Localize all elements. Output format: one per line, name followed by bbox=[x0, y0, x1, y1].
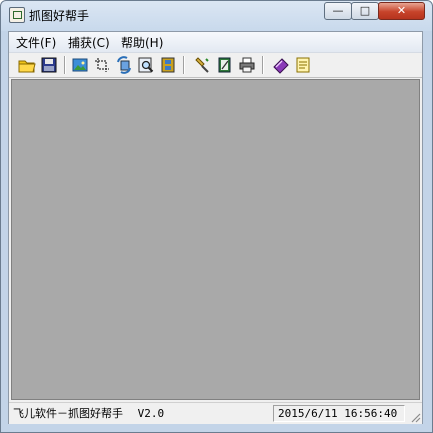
printer-icon[interactable] bbox=[238, 56, 256, 74]
maximize-button[interactable]: □ bbox=[351, 2, 379, 20]
menu-capture[interactable]: 捕获(C) bbox=[68, 34, 110, 51]
toolbar-separator bbox=[262, 56, 264, 74]
app-icon[interactable] bbox=[9, 7, 25, 23]
save-disk-icon[interactable] bbox=[40, 56, 58, 74]
zoom-icon[interactable] bbox=[137, 56, 155, 74]
capture-canvas[interactable] bbox=[11, 79, 420, 400]
refresh-capture-icon[interactable] bbox=[115, 56, 133, 74]
app-window: 抓图好帮手 — □ ✕ 文件(F) 捕获(C) 帮助(H) 飞儿软件－抓图好帮手… bbox=[0, 0, 433, 433]
menu-file[interactable]: 文件(F) bbox=[16, 34, 56, 51]
toolbar-separator bbox=[183, 56, 185, 74]
window-title: 抓图好帮手 bbox=[29, 9, 90, 23]
help-book-icon[interactable] bbox=[272, 56, 290, 74]
minimize-button[interactable]: — bbox=[324, 2, 352, 20]
client-area: 文件(F) 捕获(C) 帮助(H) 飞儿软件－抓图好帮手 V2.0 2015/6… bbox=[8, 31, 423, 424]
menu-bar: 文件(F) 捕获(C) 帮助(H) bbox=[9, 32, 422, 53]
status-datetime: 2015/6/11 16:56:40 bbox=[273, 405, 405, 422]
image-icon[interactable] bbox=[71, 56, 89, 74]
status-version: V2.0 bbox=[137, 407, 165, 420]
title-bar[interactable]: 抓图好帮手 — □ ✕ bbox=[1, 1, 432, 29]
crop-icon[interactable] bbox=[93, 56, 111, 74]
toolbar-separator bbox=[64, 56, 66, 74]
book-edit-icon[interactable] bbox=[216, 56, 234, 74]
resize-grip-icon[interactable] bbox=[409, 411, 421, 423]
paint-brush-icon[interactable] bbox=[194, 56, 212, 74]
open-folder-icon[interactable] bbox=[18, 56, 36, 74]
close-button[interactable]: ✕ bbox=[378, 2, 425, 20]
toolbar bbox=[9, 53, 422, 78]
status-app-name: 飞儿软件－抓图好帮手 bbox=[13, 407, 123, 420]
notes-icon[interactable] bbox=[294, 56, 312, 74]
menu-help[interactable]: 帮助(H) bbox=[121, 34, 163, 51]
status-app-info: 飞儿软件－抓图好帮手 V2.0 bbox=[13, 405, 273, 422]
film-icon[interactable] bbox=[159, 56, 177, 74]
status-bar: 飞儿软件－抓图好帮手 V2.0 2015/6/11 16:56:40 bbox=[9, 402, 422, 424]
